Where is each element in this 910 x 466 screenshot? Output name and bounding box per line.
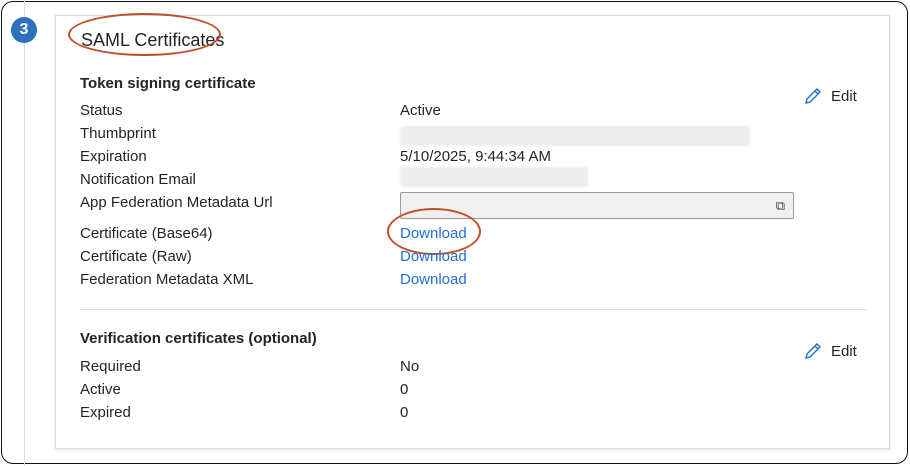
verification-heading: Verification certificates (optional) [80,330,317,347]
federation-metadata-download-link[interactable]: Download [400,271,467,288]
annotation-ellipse-title [68,13,221,56]
active-label: Active [80,381,121,398]
expired-value: 0 [400,404,409,421]
thumbprint-label: Thumbprint [80,125,156,142]
token-signing-heading: Token signing certificate [80,75,256,92]
step-badge: 3 [11,17,37,43]
expired-label: Expired [80,404,131,421]
edit-label: Edit [831,87,857,105]
section-divider [80,309,866,310]
step-connector-line [24,0,25,466]
certificate-raw-download-link[interactable]: Download [400,248,467,265]
required-label: Required [80,358,141,375]
expiration-value: 5/10/2025, 9:44:34 AM [400,148,551,165]
notification-email-label: Notification Email [80,171,196,188]
status-value: Active [400,102,441,119]
verification-edit-button[interactable]: Edit [803,341,857,361]
certificate-base64-label: Certificate (Base64) [80,225,213,242]
edit-label: Edit [831,342,857,360]
federation-metadata-label: Federation Metadata XML [80,271,254,288]
certificate-raw-label: Certificate (Raw) [80,248,192,265]
thumbprint-redacted [400,126,750,146]
required-value: No [400,358,420,375]
token-signing-edit-button[interactable]: Edit [803,86,857,106]
expiration-label: Expiration [80,148,147,165]
status-label: Status [80,102,123,119]
copy-icon[interactable]: ⧉ [776,198,785,214]
pencil-icon [805,343,821,359]
metadata-url-label: App Federation Metadata Url [80,194,273,211]
pencil-icon [805,88,821,104]
active-value: 0 [400,381,409,398]
notification-email-redacted [400,167,588,187]
